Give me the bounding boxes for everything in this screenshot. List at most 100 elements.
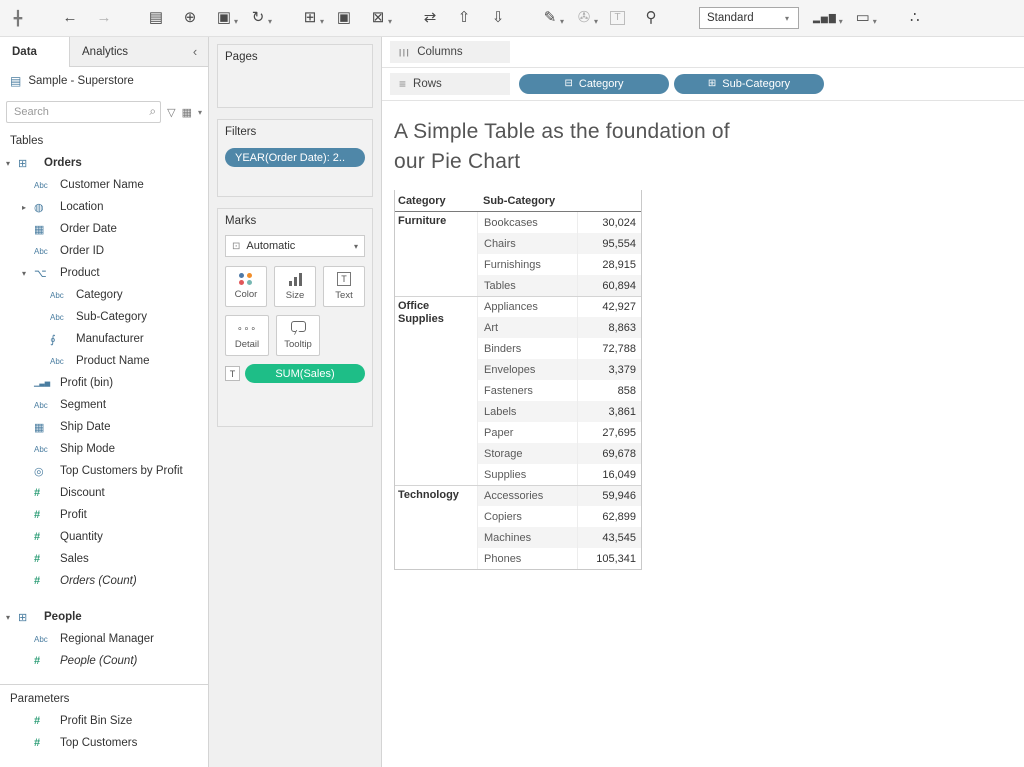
toolbar-button[interactable]: ⇩: [490, 9, 514, 27]
value-cell[interactable]: 8,863: [577, 317, 641, 338]
category-cell[interactable]: [395, 527, 477, 548]
fit-mode-select[interactable]: Standard ▾: [699, 7, 799, 29]
search-input[interactable]: [6, 101, 161, 123]
value-cell[interactable]: 42,927: [577, 297, 641, 317]
category-cell[interactable]: [395, 422, 477, 443]
size-button[interactable]: Size: [274, 266, 316, 307]
subcategory-cell[interactable]: Fasteners: [477, 380, 577, 401]
subcategory-cell[interactable]: Accessories: [477, 486, 577, 506]
rows-shelf[interactable]: ≡ Rows ⊟ Category ⊞ Sub-Category: [382, 68, 1024, 101]
subcategory-cell[interactable]: Phones: [477, 548, 577, 569]
expander-icon[interactable]: ▸: [22, 203, 34, 212]
columns-shelf[interactable]: ||| Columns: [382, 37, 1024, 68]
mark-type-select[interactable]: ⊡ Automatic ▾: [225, 235, 365, 257]
field-row[interactable]: ∮ Manufacturer: [0, 328, 208, 350]
filters-card[interactable]: Filters YEAR(Order Date): 2..: [217, 119, 373, 197]
toolbar-button[interactable]: ⇧: [456, 9, 480, 27]
field-row[interactable]: # People (Count): [0, 650, 208, 672]
parameter-row[interactable]: # Profit Bin Size: [0, 710, 208, 732]
category-cell[interactable]: Furniture: [395, 212, 477, 233]
field-row[interactable]: ▁▃▅ Profit (bin): [0, 372, 208, 394]
category-cell[interactable]: [395, 254, 477, 275]
subcategory-cell[interactable]: Art: [477, 317, 577, 338]
value-cell[interactable]: 105,341: [577, 548, 641, 569]
subcategory-cell[interactable]: Labels: [477, 401, 577, 422]
toolbar-button[interactable]: ▂▅▇ ▾: [813, 9, 845, 27]
field-row[interactable]: Abc Product Name: [0, 350, 208, 372]
tab-data[interactable]: Data: [0, 37, 70, 67]
value-cell[interactable]: 858: [577, 380, 641, 401]
category-cell[interactable]: [395, 233, 477, 254]
value-cell[interactable]: 16,049: [577, 464, 641, 485]
field-row[interactable]: # Discount: [0, 482, 208, 504]
field-row[interactable]: ▾ ⊞ Orders: [0, 152, 208, 174]
toolbar-button[interactable]: ⊞ ▾: [302, 9, 326, 27]
rows-pill[interactable]: ⊞ Sub-Category: [674, 74, 824, 94]
toolbar-button[interactable]: ∴: [907, 9, 931, 27]
subcategory-cell[interactable]: Envelopes: [477, 359, 577, 380]
parameter-row[interactable]: # Top Customers: [0, 732, 208, 754]
value-cell[interactable]: 59,946: [577, 486, 641, 506]
category-cell[interactable]: [395, 443, 477, 464]
chevron-down-icon[interactable]: ▾: [198, 108, 202, 117]
toolbar-button[interactable]: ╋: [10, 9, 34, 27]
value-cell[interactable]: 28,915: [577, 254, 641, 275]
value-cell[interactable]: 3,861: [577, 401, 641, 422]
category-cell[interactable]: [395, 317, 477, 338]
category-cell[interactable]: [395, 401, 477, 422]
field-row[interactable]: # Sales: [0, 548, 208, 570]
toolbar-button[interactable]: ✎ ▾: [542, 9, 566, 27]
tooltip-button[interactable]: Tooltip: [276, 315, 320, 356]
subcategory-cell[interactable]: Bookcases: [477, 212, 577, 233]
subcategory-cell[interactable]: Chairs: [477, 233, 577, 254]
category-cell[interactable]: [395, 506, 477, 527]
subcategory-cell[interactable]: Copiers: [477, 506, 577, 527]
toolbar-button[interactable]: ⇄: [422, 9, 446, 27]
value-cell[interactable]: 69,678: [577, 443, 641, 464]
expander-icon[interactable]: ▾: [6, 159, 18, 168]
tab-analytics[interactable]: Analytics: [70, 37, 182, 67]
field-row[interactable]: ▾ ⊞ People: [0, 606, 208, 628]
field-row[interactable]: Abc Segment: [0, 394, 208, 416]
subcategory-cell[interactable]: Paper: [477, 422, 577, 443]
category-header[interactable]: Category: [395, 195, 477, 207]
field-row[interactable]: ▦ Order Date: [0, 218, 208, 240]
toolbar-button[interactable]: ⚲: [643, 9, 667, 27]
category-cell[interactable]: Office Supplies: [395, 297, 477, 317]
toolbar-button[interactable]: ▭ ▾: [855, 9, 879, 27]
field-row[interactable]: ◎ Top Customers by Profit: [0, 460, 208, 482]
rows-pill[interactable]: ⊟ Category: [519, 74, 669, 94]
datasource-row[interactable]: ▤ Sample - Superstore: [0, 67, 208, 94]
pages-card[interactable]: Pages: [217, 44, 373, 108]
field-row[interactable]: # Profit: [0, 504, 208, 526]
subcategory-cell[interactable]: Binders: [477, 338, 577, 359]
category-cell[interactable]: [395, 275, 477, 296]
field-row[interactable]: Abc Sub-Category: [0, 306, 208, 328]
field-row[interactable]: Abc Category: [0, 284, 208, 306]
expander-icon[interactable]: ▾: [22, 269, 34, 278]
toolbar-button[interactable]: ▤: [148, 9, 172, 27]
field-row[interactable]: Abc Order ID: [0, 240, 208, 262]
field-row[interactable]: Abc Customer Name: [0, 174, 208, 196]
toolbar-button[interactable]: ✇ ▾: [576, 9, 600, 27]
subcategory-cell[interactable]: Furnishings: [477, 254, 577, 275]
category-cell[interactable]: [395, 338, 477, 359]
value-cell[interactable]: 62,899: [577, 506, 641, 527]
field-row[interactable]: Abc Regional Manager: [0, 628, 208, 650]
field-row[interactable]: Abc Ship Mode: [0, 438, 208, 460]
expander-icon[interactable]: ▾: [6, 613, 18, 622]
category-cell[interactable]: [395, 548, 477, 569]
collapse-pane-icon[interactable]: ‹: [182, 37, 208, 67]
subcategory-cell[interactable]: Appliances: [477, 297, 577, 317]
sum-sales-pill[interactable]: SUM(Sales): [245, 364, 365, 383]
value-cell[interactable]: 72,788: [577, 338, 641, 359]
toolbar-button[interactable]: ⊕: [182, 9, 206, 27]
grid-view-icon[interactable]: ▦: [182, 106, 192, 119]
text-button[interactable]: T Text: [323, 266, 365, 307]
category-cell[interactable]: Technology: [395, 486, 477, 506]
value-cell[interactable]: 27,695: [577, 422, 641, 443]
value-cell[interactable]: 95,554: [577, 233, 641, 254]
toolbar-button[interactable]: ▣: [336, 9, 360, 27]
color-button[interactable]: Color: [225, 266, 267, 307]
subcategory-header[interactable]: Sub-Category: [477, 195, 577, 207]
